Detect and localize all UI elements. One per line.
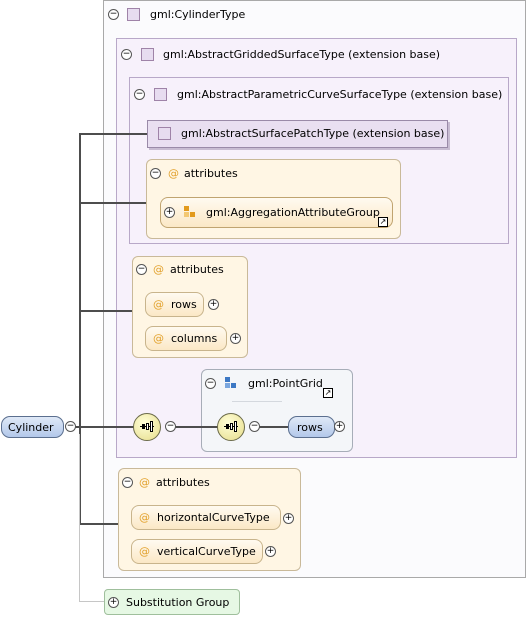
connector-sequence xyxy=(79,426,134,428)
complex-type-icon xyxy=(158,127,171,140)
point-grid-sequence-toggle[interactable]: − xyxy=(249,421,260,432)
cylinder-element-label: Cylinder xyxy=(8,421,54,434)
parametric-curve-surface-toggle[interactable]: − xyxy=(134,89,145,100)
substitution-group-toggle[interactable]: + xyxy=(108,597,119,608)
sequence-toggle[interactable]: − xyxy=(165,421,176,432)
complex-type-icon xyxy=(127,8,140,21)
at-sign-icon: @ xyxy=(153,263,164,276)
attributes-inner-label: attributes xyxy=(184,167,238,180)
vertical-curve-type-expand[interactable]: + xyxy=(265,546,276,557)
point-grid-rows-expand[interactable]: + xyxy=(334,421,345,432)
connector-attributes-grid xyxy=(79,310,132,312)
connector-attributes-inner xyxy=(79,202,146,204)
attribute-group-icon xyxy=(184,206,196,218)
horizontal-curve-type-expand[interactable]: + xyxy=(283,513,294,524)
attributes-cylinder-label: attributes xyxy=(156,476,210,489)
element-group-icon xyxy=(225,377,237,389)
cylinder-type-label: gml:CylinderType xyxy=(150,8,246,21)
connector-substitution-horizontal xyxy=(79,601,105,602)
vertical-curve-type-label: verticalCurveType xyxy=(157,545,256,558)
attributes-grid-label: attributes xyxy=(170,263,224,276)
horizontal-curve-type-label: horizontalCurveType xyxy=(157,511,270,524)
connector-substitution-vertical xyxy=(79,434,80,602)
aggregation-group-label: gml:AggregationAttributeGroup xyxy=(206,206,380,219)
at-sign-icon: @ xyxy=(153,332,164,345)
at-sign-icon: @ xyxy=(139,511,150,524)
attribute-rows-label: rows xyxy=(171,298,197,311)
aggregation-group-toggle[interactable]: + xyxy=(164,207,175,218)
connector-rows xyxy=(259,426,289,428)
shortcut-arrow-icon: ↗ xyxy=(378,217,388,227)
connector-attributes-cylinder xyxy=(79,523,118,525)
complex-type-icon xyxy=(154,88,167,101)
at-sign-icon: @ xyxy=(139,545,150,558)
at-sign-icon: @ xyxy=(153,298,164,311)
attribute-columns-expand[interactable]: + xyxy=(230,333,241,344)
connector-point-grid xyxy=(175,426,218,428)
point-grid-toggle[interactable]: − xyxy=(205,378,216,389)
surface-patch-label: gml:AbstractSurfacePatchType (extension … xyxy=(181,127,445,140)
connector-surface-patch xyxy=(79,133,147,135)
point-grid-rows-label: rows xyxy=(297,421,323,434)
attribute-rows-expand[interactable]: + xyxy=(208,299,219,310)
sequence-glyph xyxy=(224,421,238,433)
parametric-curve-surface-label: gml:AbstractParametricCurveSurfaceType (… xyxy=(177,88,503,101)
gridded-surface-toggle[interactable]: − xyxy=(121,49,132,60)
at-sign-icon: @ xyxy=(168,167,179,180)
attributes-inner-toggle[interactable]: − xyxy=(150,168,161,179)
gridded-surface-label: gml:AbstractGriddedSurfaceType (extensio… xyxy=(163,48,441,61)
attributes-cylinder-toggle[interactable]: − xyxy=(122,477,133,488)
attribute-columns-label: columns xyxy=(171,332,218,345)
cylinder-element-toggle[interactable]: − xyxy=(65,421,76,432)
shortcut-arrow-icon: ↗ xyxy=(323,388,333,398)
at-sign-icon: @ xyxy=(139,476,150,489)
attributes-grid-toggle[interactable]: − xyxy=(136,264,147,275)
point-grid-label: gml:PointGrid xyxy=(248,377,323,390)
cylinder-type-toggle[interactable]: − xyxy=(108,9,119,20)
point-grid-divider xyxy=(232,401,282,402)
substitution-group-label: Substitution Group xyxy=(126,596,230,609)
sequence-glyph xyxy=(140,421,154,433)
complex-type-icon xyxy=(141,48,154,61)
